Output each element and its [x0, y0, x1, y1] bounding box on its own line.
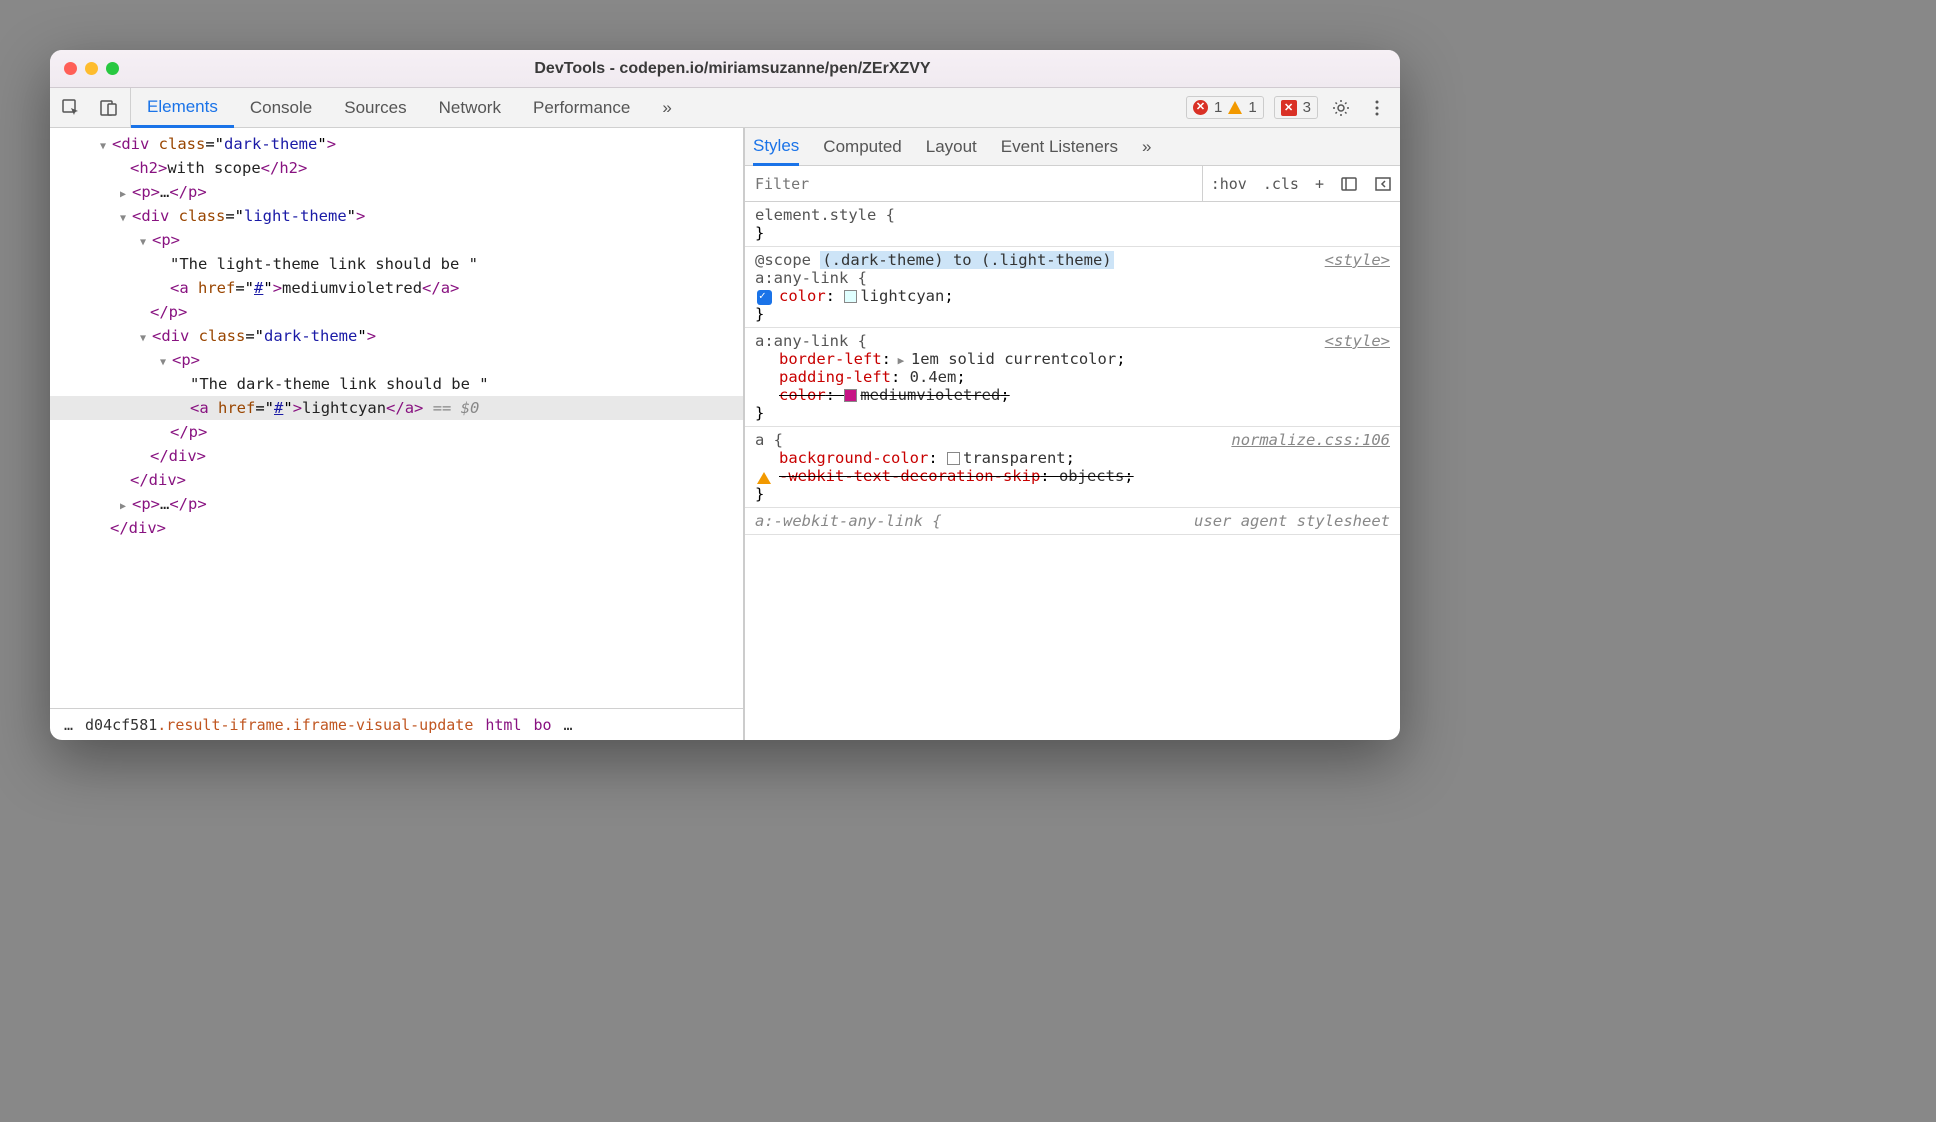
source-link: user agent stylesheet — [1194, 512, 1390, 530]
property-checkbox[interactable] — [757, 290, 772, 305]
expand-icon[interactable]: ▶ — [891, 354, 911, 367]
tab-network[interactable]: Network — [423, 88, 517, 127]
hov-toggle[interactable]: :hov — [1203, 166, 1255, 201]
close-window[interactable] — [64, 62, 77, 75]
new-rule-button[interactable]: + — [1307, 166, 1332, 201]
dom-node[interactable]: </div> — [50, 444, 743, 468]
elements-panel: ▼<div class="dark-theme"> <h2>with scope… — [50, 128, 745, 740]
dom-node[interactable]: ▼<div class="dark-theme"> — [50, 132, 743, 156]
dom-node[interactable]: </p> — [50, 300, 743, 324]
content-area: ▼<div class="dark-theme"> <h2>with scope… — [50, 128, 1400, 740]
css-rule[interactable]: a:-webkit-any-link {user agent styleshee… — [745, 508, 1400, 535]
collapse-icon[interactable]: ▼ — [160, 355, 172, 371]
error-icon: ✕ — [1193, 100, 1208, 115]
dom-node[interactable]: ▼<div class="light-theme"> — [50, 204, 743, 228]
breadcrumb-overflow[interactable]: … — [58, 716, 79, 734]
more-options-icon[interactable] — [1364, 95, 1390, 121]
color-swatch[interactable] — [844, 389, 857, 402]
error-warning-counter[interactable]: ✕ 1 1 — [1186, 96, 1264, 119]
dom-text-node[interactable]: "The light-theme link should be " — [50, 252, 743, 276]
css-property[interactable]: background-color: transparent; — [755, 449, 1390, 467]
expand-icon[interactable]: ▶ — [120, 187, 132, 203]
collapse-icon[interactable]: ▼ — [120, 211, 132, 227]
breadcrumb-item[interactable]: bo — [527, 716, 557, 734]
collapse-icon[interactable]: ▼ — [140, 331, 152, 347]
warning-icon — [757, 472, 771, 484]
source-link[interactable]: <style> — [1325, 251, 1390, 269]
main-tabs: Elements Console Sources Network Perform… — [131, 88, 688, 127]
dom-node[interactable]: ▶<p>…</p> — [50, 492, 743, 516]
tab-computed[interactable]: Computed — [823, 128, 901, 165]
traffic-lights — [64, 62, 119, 75]
source-link[interactable]: <style> — [1325, 332, 1390, 350]
css-property[interactable]: color: lightcyan; — [755, 287, 1390, 305]
tab-elements[interactable]: Elements — [131, 89, 234, 128]
devtools-window: DevTools - codepen.io/miriamsuzanne/pen/… — [50, 50, 1400, 740]
collapse-icon[interactable]: ▼ — [100, 139, 112, 155]
dom-node[interactable]: ▼<p> — [50, 228, 743, 252]
dom-node[interactable]: <h2>with scope</h2> — [50, 156, 743, 180]
scope-range: (.dark-theme) to (.light-theme) — [820, 251, 1113, 269]
main-toolbar: Elements Console Sources Network Perform… — [50, 88, 1400, 128]
more-tabs-icon[interactable]: » — [646, 88, 687, 127]
minimize-window[interactable] — [85, 62, 98, 75]
styles-panel: Styles Computed Layout Event Listeners »… — [745, 128, 1400, 740]
filter-input[interactable] — [745, 166, 1203, 201]
window-title: DevTools - codepen.io/miriamsuzanne/pen/… — [139, 60, 1326, 78]
computed-toggle-icon[interactable] — [1332, 166, 1366, 201]
issues-icon: ✕ — [1281, 100, 1297, 116]
css-property-overridden[interactable]: color: mediumvioletred; — [755, 386, 1390, 404]
tab-console[interactable]: Console — [234, 88, 328, 127]
css-rule[interactable]: a:any-link {<style> border-left: ▶ 1em s… — [745, 328, 1400, 427]
source-link[interactable]: normalize.css:106 — [1231, 431, 1390, 449]
dom-text-node[interactable]: "The dark-theme link should be " — [50, 372, 743, 396]
dom-node[interactable]: </div> — [50, 516, 743, 540]
dom-node[interactable]: </div> — [50, 468, 743, 492]
tab-styles[interactable]: Styles — [753, 129, 799, 166]
color-swatch[interactable] — [844, 290, 857, 303]
error-count: 1 — [1214, 99, 1222, 116]
breadcrumb[interactable]: … d04cf581.result-iframe.iframe-visual-u… — [50, 708, 743, 740]
dom-node[interactable]: <a href="#">mediumvioletred</a> — [50, 276, 743, 300]
breadcrumb-item[interactable]: d04cf581.result-iframe.iframe-visual-upd… — [79, 716, 479, 734]
tab-layout[interactable]: Layout — [926, 128, 977, 165]
styles-rules: element.style { } @scope (.dark-theme) t… — [745, 202, 1400, 740]
color-swatch[interactable] — [947, 452, 960, 465]
dom-node[interactable]: ▶<p>…</p> — [50, 180, 743, 204]
css-rule[interactable]: @scope (.dark-theme) to (.light-theme) a… — [745, 247, 1400, 328]
css-rule[interactable]: a {normalize.css:106 background-color: t… — [745, 427, 1400, 508]
dom-node[interactable]: ▼<div class="dark-theme"> — [50, 324, 743, 348]
settings-icon[interactable] — [1328, 95, 1354, 121]
device-toolbar-icon[interactable] — [96, 95, 122, 121]
more-tabs-icon[interactable]: » — [1142, 128, 1151, 165]
issues-count: 3 — [1303, 99, 1311, 116]
dom-node[interactable]: </p> — [50, 420, 743, 444]
dom-node[interactable]: ▼<p> — [50, 348, 743, 372]
tab-performance[interactable]: Performance — [517, 88, 646, 127]
inspect-element-icon[interactable] — [58, 95, 84, 121]
tab-sources[interactable]: Sources — [328, 88, 422, 127]
tab-event-listeners[interactable]: Event Listeners — [1001, 128, 1118, 165]
dom-node-selected[interactable]: <a href="#">lightcyan</a> == $0 — [50, 396, 743, 420]
cls-toggle[interactable]: .cls — [1255, 166, 1307, 201]
breadcrumb-overflow[interactable]: … — [558, 716, 579, 734]
issues-counter[interactable]: ✕ 3 — [1274, 96, 1318, 119]
css-property[interactable]: padding-left: 0.4em; — [755, 368, 1390, 386]
warning-count: 1 — [1248, 99, 1256, 116]
toggle-sidebar-icon[interactable] — [1366, 166, 1400, 201]
collapse-icon[interactable]: ▼ — [140, 235, 152, 251]
breadcrumb-item[interactable]: html — [479, 716, 527, 734]
css-property[interactable]: border-left: ▶ 1em solid currentcolor; — [755, 350, 1390, 368]
maximize-window[interactable] — [106, 62, 119, 75]
filter-bar: :hov .cls + — [745, 166, 1400, 202]
titlebar: DevTools - codepen.io/miriamsuzanne/pen/… — [50, 50, 1400, 88]
element-style-rule[interactable]: element.style { } — [745, 202, 1400, 247]
dom-tree[interactable]: ▼<div class="dark-theme"> <h2>with scope… — [50, 128, 743, 708]
expand-icon[interactable]: ▶ — [120, 499, 132, 515]
sidebar-tabs: Styles Computed Layout Event Listeners » — [745, 128, 1400, 166]
warning-icon — [1228, 101, 1242, 114]
css-property-invalid[interactable]: -webkit-text-decoration-skip: objects; — [755, 467, 1390, 485]
